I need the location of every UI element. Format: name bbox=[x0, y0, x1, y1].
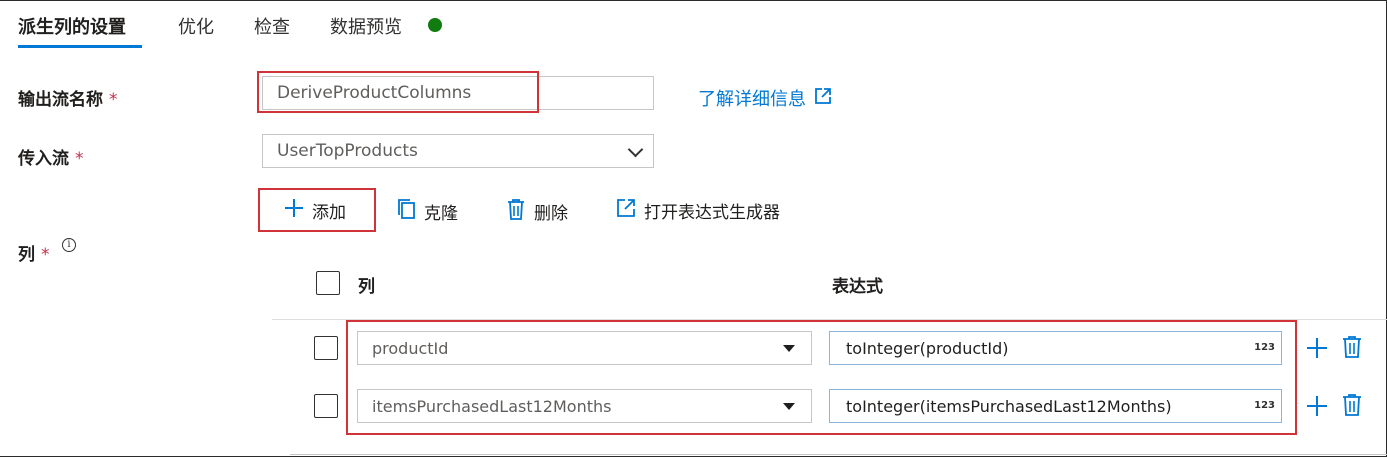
clone-button[interactable]: 克隆 bbox=[396, 198, 458, 225]
delete-row-trash-icon[interactable] bbox=[1341, 335, 1363, 363]
table-bottom-divider bbox=[290, 454, 1387, 455]
delete-button[interactable]: 删除 bbox=[506, 198, 568, 225]
output-stream-label: 输出流名称 * bbox=[18, 85, 118, 110]
delete-row-trash-icon[interactable] bbox=[1341, 393, 1363, 421]
required-mark: * bbox=[41, 245, 50, 265]
required-mark: * bbox=[75, 149, 84, 169]
incoming-stream-value: UserTopProducts bbox=[277, 141, 418, 161]
highlight-output-stream bbox=[257, 71, 539, 113]
delete-button-label: 删除 bbox=[534, 204, 568, 224]
active-tab-indicator bbox=[18, 45, 142, 48]
learn-more-text: 了解详细信息 bbox=[698, 89, 806, 110]
columns-label: 列 * bbox=[18, 240, 50, 265]
column-header-expression: 表达式 bbox=[832, 277, 883, 297]
clone-button-label: 克隆 bbox=[424, 204, 458, 224]
incoming-stream-dropdown[interactable]: UserTopProducts bbox=[262, 134, 654, 168]
trash-icon bbox=[506, 198, 526, 225]
tab-data-preview[interactable]: 数据预览 bbox=[330, 13, 402, 39]
tab-optimize[interactable]: 优化 bbox=[178, 13, 214, 39]
row-checkbox-itemspurchased[interactable] bbox=[314, 394, 338, 418]
open-expression-builder-button[interactable]: 打开表达式生成器 bbox=[616, 198, 780, 223]
status-dot bbox=[428, 18, 442, 32]
incoming-stream-label-text: 传入流 bbox=[18, 149, 69, 169]
column-header-column: 列 bbox=[358, 277, 375, 297]
output-stream-label-text: 输出流名称 bbox=[18, 90, 103, 110]
external-link-icon bbox=[814, 87, 832, 110]
required-mark: * bbox=[109, 90, 118, 110]
external-link-icon bbox=[616, 198, 636, 223]
open-expression-builder-label: 打开表达式生成器 bbox=[644, 203, 780, 223]
copy-icon bbox=[396, 198, 416, 225]
tab-derived-column-settings[interactable]: 派生列的设置 bbox=[18, 13, 126, 39]
info-icon[interactable]: i bbox=[62, 238, 76, 252]
select-all-checkbox[interactable] bbox=[316, 271, 340, 295]
add-row-plus-icon[interactable] bbox=[1306, 337, 1328, 363]
columns-label-text: 列 bbox=[18, 245, 35, 265]
highlight-add-button bbox=[258, 188, 376, 232]
tab-bar: 派生列的设置 优化 检查 数据预览 bbox=[0, 0, 1387, 52]
tab-inspect[interactable]: 检查 bbox=[254, 13, 290, 39]
learn-more-link[interactable]: 了解详细信息 bbox=[698, 85, 832, 111]
incoming-stream-label: 传入流 * bbox=[18, 144, 84, 169]
add-row-plus-icon[interactable] bbox=[1306, 395, 1328, 421]
row-checkbox-productid[interactable] bbox=[314, 336, 338, 360]
chevron-down-icon bbox=[627, 141, 644, 158]
highlight-column-rows bbox=[346, 320, 1297, 435]
